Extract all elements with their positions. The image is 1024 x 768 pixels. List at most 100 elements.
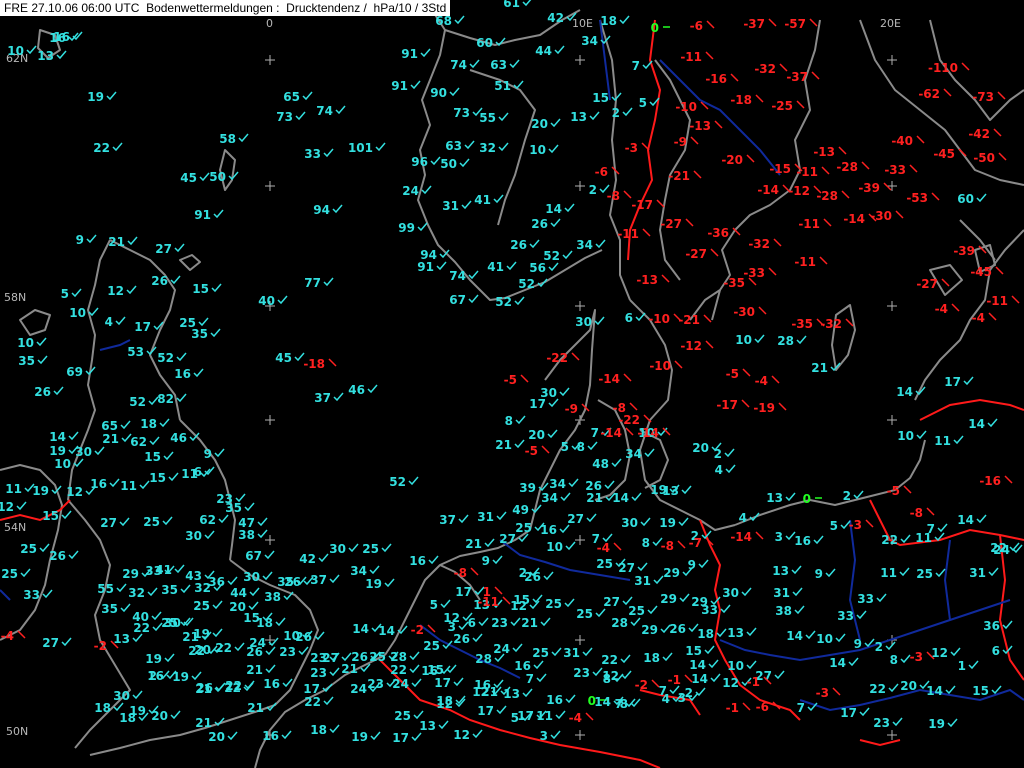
station-value: 45	[275, 351, 292, 365]
rising-tick-icon	[529, 600, 540, 610]
station-value: 25	[143, 515, 160, 529]
falling-tick-icon	[755, 94, 764, 103]
station-value: 15	[685, 644, 702, 658]
falling-tick-icon	[755, 531, 764, 540]
station-value: 16	[409, 554, 426, 568]
station-value: -11	[986, 294, 1008, 308]
rising-tick-icon	[522, 688, 533, 698]
rising-tick-icon	[550, 118, 561, 128]
station-value: -6	[756, 700, 769, 714]
rising-tick-icon	[42, 589, 53, 599]
station-value: 29	[641, 623, 658, 637]
rising-tick-icon	[554, 45, 565, 55]
station-value: -20	[721, 153, 743, 167]
station-value: 14	[689, 658, 706, 672]
station-value: 52	[495, 295, 512, 309]
falling-tick-icon	[742, 368, 751, 377]
falling-tick-icon	[629, 402, 638, 411]
station-value: 7	[591, 426, 599, 440]
rising-tick-icon	[550, 218, 561, 228]
rising-tick-icon	[681, 485, 692, 495]
rising-tick-icon	[991, 685, 1002, 695]
station-value: 10	[897, 429, 914, 443]
rising-tick-icon	[595, 608, 606, 618]
station-value: 38	[238, 528, 255, 542]
station-value: -11	[796, 165, 818, 179]
station-value: 19	[32, 484, 49, 498]
station-value: 20	[194, 643, 211, 657]
rising-tick-icon	[611, 458, 622, 468]
station-value: 18	[697, 627, 714, 641]
station-value: 15	[42, 509, 59, 523]
rising-tick-icon	[409, 664, 420, 674]
station-value: 41	[474, 193, 491, 207]
falling-tick-icon	[714, 120, 723, 129]
lon-10e-label: 10E	[572, 17, 593, 30]
station-value: 0	[803, 492, 811, 506]
rising-tick-icon	[725, 464, 736, 474]
station-value: 25	[1, 567, 18, 581]
station-value: 37	[314, 391, 331, 405]
station-value: 10	[54, 457, 71, 471]
rising-tick-icon	[805, 630, 816, 640]
station-value: 20	[528, 428, 545, 442]
falling-tick-icon	[494, 586, 503, 595]
station-value: 21	[247, 701, 264, 715]
falling-tick-icon	[571, 352, 580, 361]
rising-tick-icon	[213, 209, 224, 219]
station-value: 16	[794, 534, 811, 548]
station-value: 21	[521, 616, 538, 630]
station-value: 91	[401, 47, 418, 61]
station-value: -32	[748, 237, 770, 251]
station-value: 30	[243, 570, 260, 584]
station-value: -8	[454, 566, 467, 580]
graticule-cross	[575, 55, 585, 65]
falling-tick-icon	[941, 278, 950, 287]
station-value: 5	[561, 440, 569, 454]
graticule-cross	[887, 730, 897, 740]
rising-tick-icon	[532, 594, 543, 604]
falling-tick-icon	[613, 542, 622, 551]
station-observations: 68611610 13 916074 63514442 183470 -6 -37 -57-1…	[0, 0, 1023, 745]
falling-tick-icon	[741, 399, 750, 408]
rising-tick-icon	[647, 605, 658, 615]
rising-tick-icon	[746, 660, 757, 670]
station-value: 20	[531, 117, 548, 131]
station-value: 91	[391, 79, 408, 93]
station-value: 90	[430, 86, 447, 100]
station-value: -21	[678, 313, 700, 327]
station-value: 94	[313, 203, 330, 217]
rising-tick-icon	[493, 194, 504, 204]
rising-tick-icon	[199, 172, 210, 182]
station-value: -11	[680, 50, 702, 64]
rising-tick-icon	[106, 91, 117, 101]
graticule-cross	[265, 415, 275, 425]
falling-tick-icon	[706, 20, 715, 29]
station-value: 42	[299, 552, 316, 566]
falling-tick-icon	[703, 314, 712, 323]
falling-tick-icon	[931, 192, 940, 201]
station-value: -14	[600, 426, 622, 440]
station-value: -18	[303, 357, 325, 371]
station-value: -14	[757, 183, 779, 197]
rising-tick-icon	[149, 436, 160, 446]
station-value: 7	[526, 672, 534, 686]
station-value: -39	[858, 181, 880, 195]
rising-tick-icon	[277, 295, 288, 305]
station-value: 26	[196, 681, 213, 695]
station-value: 14	[352, 622, 369, 636]
rising-tick-icon	[562, 250, 573, 260]
rising-tick-icon	[409, 651, 420, 661]
station-value: 46	[348, 383, 365, 397]
station-value: 7	[797, 701, 805, 715]
station-value: 33	[304, 147, 321, 161]
rising-tick-icon	[853, 490, 864, 500]
station-value: 22	[390, 663, 407, 677]
rising-tick-icon	[594, 316, 605, 326]
station-value: 20	[151, 709, 168, 723]
rising-tick-icon	[68, 431, 79, 441]
rising-tick-icon	[375, 142, 386, 152]
rising-tick-icon	[367, 384, 378, 394]
rising-tick-icon	[170, 710, 181, 720]
rising-tick-icon	[885, 641, 896, 651]
